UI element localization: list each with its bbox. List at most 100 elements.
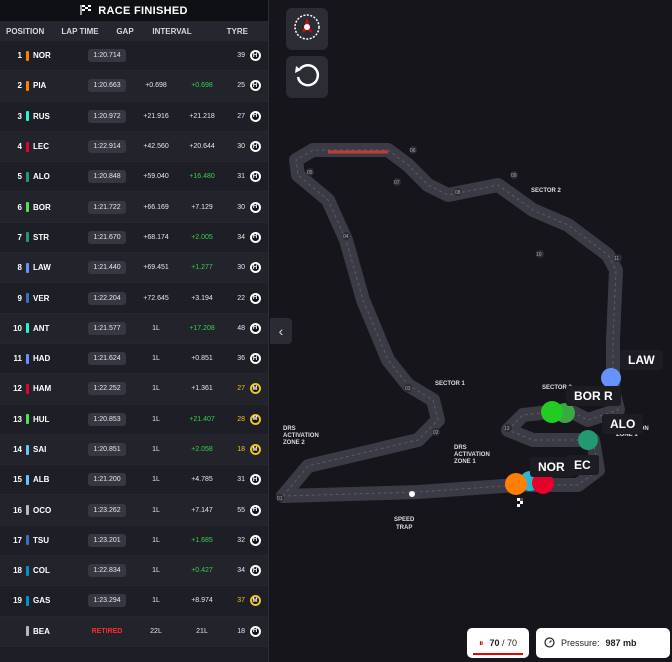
- speed-trap-label: TRAP: [396, 525, 412, 531]
- tyre-compound-icon: H: [249, 201, 261, 213]
- drs-label: DRS: [283, 426, 296, 432]
- tyre-cell: M: [245, 595, 265, 607]
- position: 7: [17, 232, 22, 242]
- tyre-compound-icon: H: [249, 353, 261, 365]
- team-color-bar: [26, 323, 29, 334]
- lap-time-cell: 1:20.714: [79, 49, 135, 63]
- table-row[interactable]: 5 ALO 1:20.848 +59.040 +16.480 31 H: [0, 162, 268, 193]
- turn-label: 10: [536, 252, 542, 258]
- lap-time: 1:22.204: [88, 291, 126, 305]
- position: 13: [13, 414, 22, 424]
- table-row[interactable]: 7 STR 1:21.670 +68.174 +2.005 34 H: [0, 222, 268, 254]
- tyre-cell: H: [245, 141, 265, 153]
- table-row[interactable]: 6 BOR 1:21.722 +66.169 +7.129 30 H: [0, 192, 268, 223]
- interval: +4.785: [191, 476, 213, 484]
- table-row[interactable]: 18 COL 1:22.834 1L +0.427 34 H: [0, 556, 268, 587]
- gap: 1L: [152, 597, 160, 605]
- tyre-laps: 31: [237, 476, 245, 484]
- track-map: 01 02 03 04 05 06 07 08 09 10 11 13 SECT…: [276, 143, 649, 531]
- table-row[interactable]: 8 LAW 1:21.440 +69.451 +1.277 30 H: [0, 253, 268, 284]
- tyre-cell: M: [245, 383, 265, 395]
- tyre-laps: 25: [237, 82, 245, 90]
- tyre-compound-icon: M: [249, 595, 261, 607]
- position: 6: [17, 202, 22, 212]
- tyre-laps: 48: [237, 324, 245, 332]
- gap: 1L: [152, 324, 160, 332]
- table-row[interactable]: 15 ALB 1:21.200 1L +4.785 31 H: [0, 465, 268, 496]
- tyre-compound-icon: H: [249, 262, 261, 274]
- lap-time-cell: 1:23.201: [79, 533, 135, 547]
- tyre-laps: 55: [237, 506, 245, 514]
- table-row[interactable]: 1 NOR 1:20.714 39 H: [0, 41, 268, 72]
- table-row[interactable]: 17 TSU 1:23.201 1L +1.685 32 H: [0, 525, 268, 557]
- lap-time: 1:22.834: [88, 564, 126, 578]
- interval: +20.644: [189, 143, 215, 151]
- table-row[interactable]: 10 ANT 1:21.577 1L +17.208 48 H: [0, 313, 268, 344]
- position: 15: [13, 475, 22, 485]
- tyre-compound-icon: H: [249, 504, 261, 516]
- table-row[interactable]: 2 PIA 1:20.663 +0.698 +0.698 25 H: [0, 71, 268, 102]
- lap-time: 1:20.714: [88, 49, 126, 63]
- table-row[interactable]: 9 VER 1:22.204 +72.645 +3.194 22 H: [0, 283, 268, 314]
- interval: +8.974: [191, 597, 213, 605]
- tyre-laps: 18: [237, 627, 245, 635]
- lap-time-cell: 1:22.834: [79, 564, 135, 578]
- checkered-flag-icon: [80, 4, 92, 18]
- tyre-laps: 34: [237, 233, 245, 241]
- turn-label: 13: [504, 426, 510, 432]
- team-color-bar: [26, 505, 29, 516]
- drs-label: ZONE 2: [283, 440, 305, 446]
- turn-label: 06: [410, 148, 416, 154]
- gap: +21.916: [143, 112, 169, 120]
- weather-pressure-card: Pressure: 987 mb: [536, 628, 670, 658]
- driver-code: PIA: [33, 81, 47, 91]
- table-row[interactable]: 4 LEC 1:22.914 +42.560 +20.644 30 H: [0, 131, 268, 163]
- team-color-bar: [26, 353, 29, 364]
- tyre-cell: H: [245, 565, 265, 577]
- table-row[interactable]: 16 OCO 1:23.262 1L +7.147 55 H: [0, 495, 268, 526]
- turn-label: 05: [307, 170, 313, 176]
- timing-panel: RACE FINISHED POSITION LAP TIME GAP INTE…: [0, 0, 269, 662]
- table-row[interactable]: 11 HAD 1:21.624 1L +0.851 36 H: [0, 343, 268, 375]
- team-color-bar: [26, 626, 29, 637]
- driver-code: OCO: [33, 505, 52, 515]
- lap-time: 1:20.853: [88, 412, 126, 426]
- lap-time-cell: 1:22.252: [79, 382, 135, 396]
- tyre-laps: 30: [237, 264, 245, 272]
- header-position: POSITION: [6, 26, 45, 36]
- sector-label: SECTOR 2: [531, 188, 562, 194]
- table-row[interactable]: 19 GAS 1:23.294 1L +8.974 37 M: [0, 586, 268, 617]
- position: 12: [13, 384, 22, 394]
- drs-label: ACTIVATION: [283, 433, 319, 439]
- position: 19: [13, 596, 22, 606]
- table-row[interactable]: 12 HAM 1:22.252 1L +1.361 27 M: [0, 374, 268, 405]
- lap-icon: ⏸: [478, 637, 484, 648]
- lap-time-cell: 1:20.848: [79, 170, 135, 184]
- pressure-value: 987 mb: [605, 638, 637, 648]
- tyre-cell: H: [245, 171, 265, 183]
- driver-code: BOR: [33, 202, 51, 212]
- interval: +21.407: [189, 415, 215, 423]
- table-row[interactable]: 3 RUS 1:20.972 +21.916 +21.218 27 H: [0, 101, 268, 132]
- gap: 1L: [152, 415, 160, 423]
- interval: +7.129: [191, 203, 213, 211]
- driver-code: NOR: [33, 51, 51, 61]
- tyre-cell: H: [245, 534, 265, 546]
- interval: +7.147: [191, 506, 213, 514]
- lap-time: 1:20.663: [88, 79, 126, 93]
- team-color-bar: [26, 111, 29, 122]
- table-row[interactable]: 14 SAI 1:20.851 1L +2.058 18 M: [0, 434, 268, 466]
- header-interval: INTERVAL: [152, 26, 192, 36]
- driver-code: BEA: [33, 626, 50, 636]
- tyre-laps: 34: [237, 567, 245, 575]
- table-row[interactable]: BEA RETIRED 22L 21L 18 H: [0, 616, 268, 647]
- position: 9: [17, 293, 22, 303]
- compass-button[interactable]: [286, 8, 328, 50]
- lap-time: 1:20.972: [88, 109, 126, 123]
- table-row[interactable]: 13 HUL 1:20.853 1L +21.407 28 M: [0, 404, 268, 435]
- lap-time: 1:23.201: [88, 533, 126, 547]
- timing-rows: 1 NOR 1:20.714 39 H 2 PIA 1:20.663 +0.69…: [0, 41, 268, 647]
- interval: +0.698: [191, 82, 213, 90]
- position: 10: [13, 323, 22, 333]
- reset-view-button[interactable]: [286, 56, 328, 98]
